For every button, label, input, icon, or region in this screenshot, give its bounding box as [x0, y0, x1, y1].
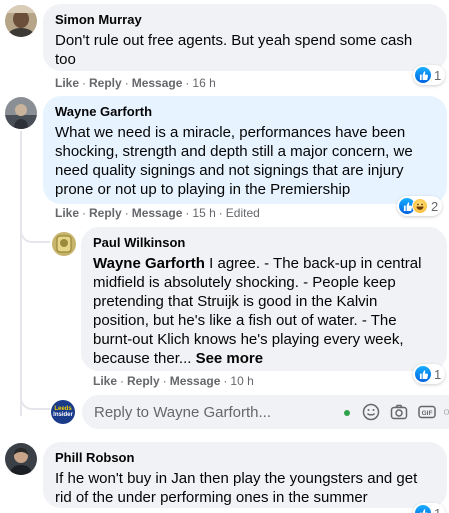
- comment-bubble-highlighted: Wayne Garforth What we need is a miracle…: [43, 96, 447, 204]
- comment-bubble: Simon Murray Don't rule out free agents.…: [43, 4, 447, 71]
- haha-icon: [412, 198, 428, 214]
- edited-label[interactable]: Edited: [226, 206, 260, 220]
- comment-time[interactable]: 16 h: [192, 76, 215, 90]
- reaction-count: 1: [434, 67, 442, 83]
- reply-composer: GIF: [82, 395, 449, 429]
- message-link[interactable]: Message: [132, 76, 183, 90]
- like-link[interactable]: Like: [55, 76, 79, 90]
- mention-link[interactable]: Wayne Garforth: [93, 255, 205, 272]
- comment-author[interactable]: Paul Wilkinson: [93, 235, 435, 251]
- reply-bubble: Paul Wilkinson Wayne Garforth I agree. -…: [81, 227, 447, 371]
- like-icon: [415, 505, 431, 513]
- see-more-link[interactable]: See more: [196, 350, 264, 367]
- reply-link[interactable]: Reply: [127, 374, 160, 388]
- sticker-icon[interactable]: [444, 403, 449, 421]
- emoji-icon[interactable]: [362, 403, 380, 421]
- comment-author[interactable]: Wayne Garforth: [55, 104, 435, 120]
- reaction-count: 1: [434, 366, 442, 382]
- comment-text: If he won't buy in Jan then play the you…: [55, 470, 418, 506]
- gif-icon[interactable]: GIF: [418, 403, 436, 421]
- thread-line: [20, 131, 22, 416]
- message-link[interactable]: Message: [132, 206, 183, 220]
- avatar-paul-wilkinson[interactable]: [52, 232, 76, 256]
- camera-icon[interactable]: [390, 403, 408, 421]
- comment-author[interactable]: Simon Murray: [55, 12, 435, 28]
- reaction-summary[interactable]: 1: [413, 65, 446, 85]
- svg-text:GIF: GIF: [422, 410, 433, 417]
- online-status-dot: [344, 410, 350, 416]
- comment-time[interactable]: 15 h: [192, 206, 215, 220]
- avatar-simon-murray[interactable]: [5, 5, 37, 37]
- like-icon: [415, 366, 431, 382]
- comment-author[interactable]: Phill Robson: [55, 450, 435, 466]
- avatar-wayne-garforth[interactable]: [5, 97, 37, 129]
- reply-input[interactable]: [94, 395, 304, 429]
- reaction-summary[interactable]: 2: [397, 196, 443, 216]
- comment-time[interactable]: 10 h: [230, 374, 253, 388]
- reaction-count: 2: [431, 198, 439, 214]
- reply-link[interactable]: Reply: [89, 206, 122, 220]
- thread-connector: [20, 225, 50, 243]
- reply-link[interactable]: Reply: [89, 76, 122, 90]
- comment-text: What we need is a miracle, performances …: [55, 124, 413, 198]
- avatar-current-user: Leeds Insider: [51, 400, 75, 424]
- comment-actions: Like · Reply · Message · 16 h: [55, 76, 216, 90]
- reaction-summary[interactable]: 1: [413, 503, 446, 513]
- message-link[interactable]: Message: [170, 374, 221, 388]
- comment-text: Don't rule out free agents. But yeah spe…: [55, 32, 413, 68]
- reaction-summary[interactable]: 1: [413, 364, 446, 384]
- comment-actions: Like · Reply · Message · 15 h · Edited: [55, 206, 260, 220]
- like-link[interactable]: Like: [93, 374, 117, 388]
- avatar-phill-robson[interactable]: [5, 443, 37, 475]
- comment-text: Wayne Garforth I agree. - The back-up in…: [93, 254, 435, 368]
- like-link[interactable]: Like: [55, 206, 79, 220]
- like-icon: [415, 67, 431, 83]
- comment-actions: Like · Reply · Message · 10 h: [93, 374, 254, 388]
- comment-bubble: Phill Robson If he won't buy in Jan then…: [43, 442, 447, 508]
- thread-connector: [20, 392, 50, 410]
- reaction-count: 1: [434, 505, 442, 513]
- page-logo-text: Insider: [53, 412, 73, 418]
